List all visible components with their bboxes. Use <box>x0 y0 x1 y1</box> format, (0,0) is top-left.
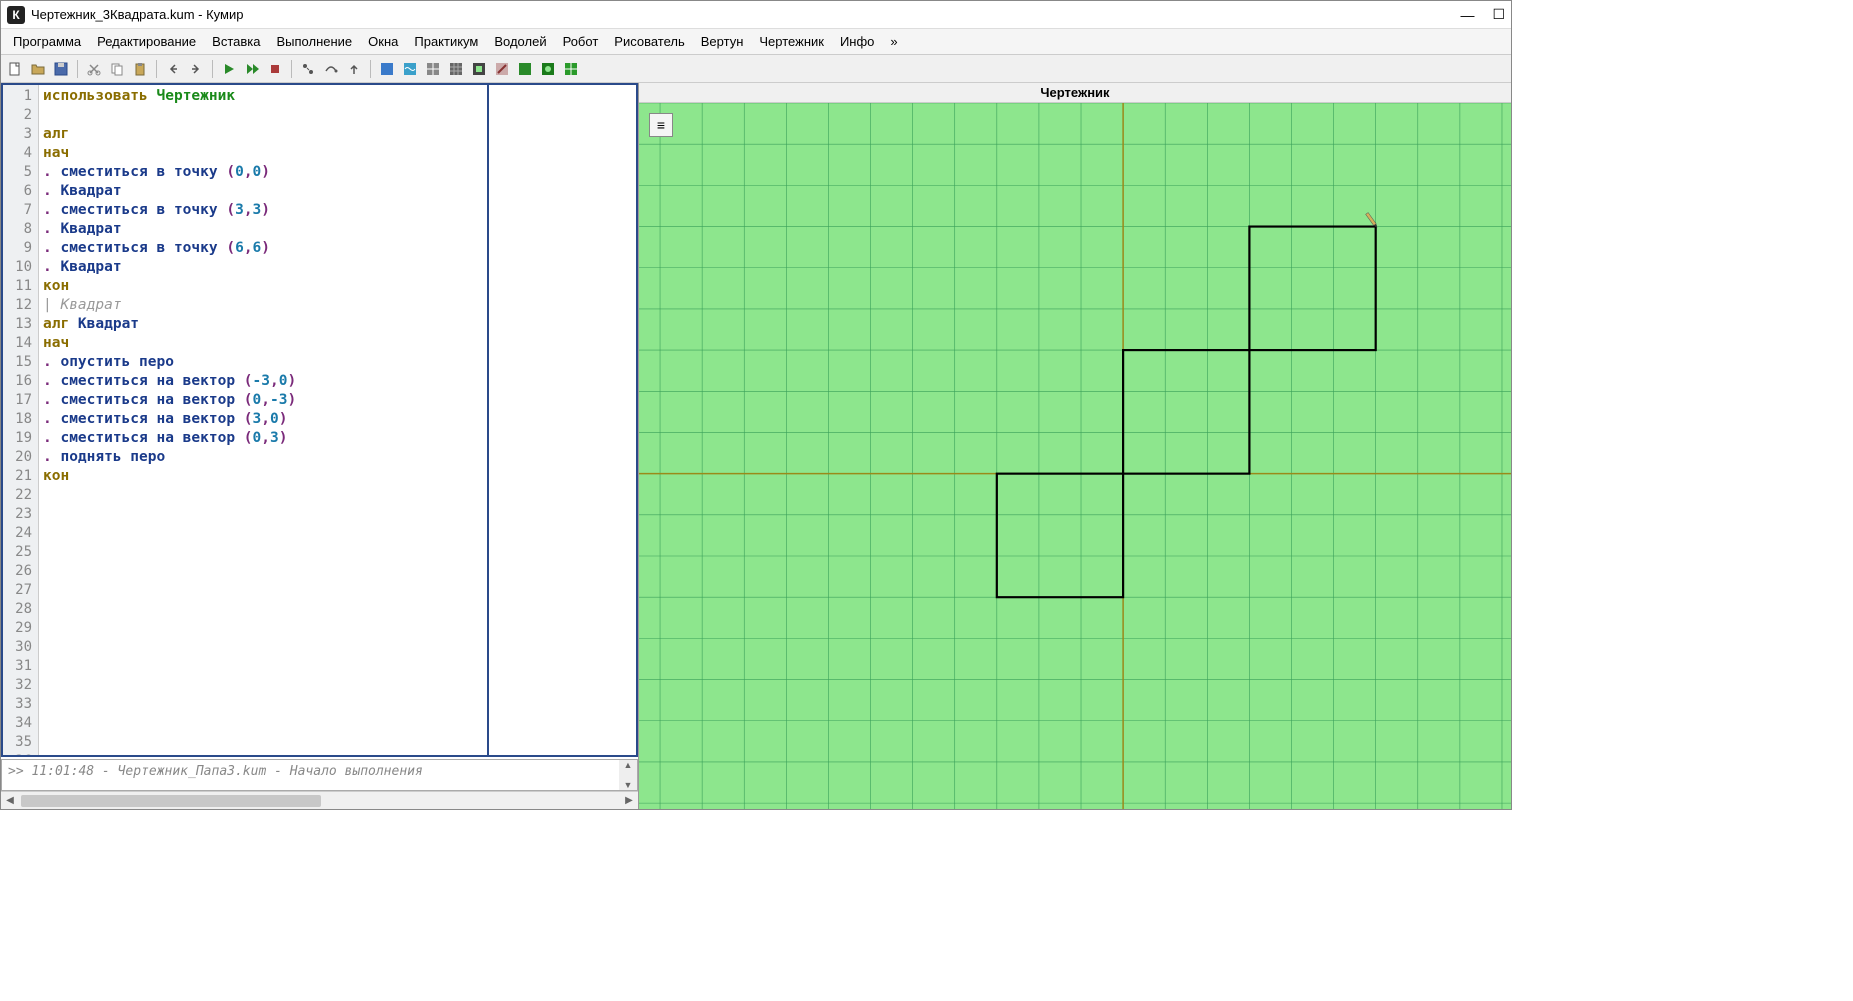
canvas-title: Чертежник <box>639 83 1511 103</box>
menu-item-4[interactable]: Окна <box>360 31 406 52</box>
maximize-button[interactable]: ☐ <box>1492 6 1505 23</box>
canvas-menu-button[interactable]: ≡ <box>649 113 673 137</box>
cut-button[interactable] <box>84 59 104 79</box>
step-out-button[interactable] <box>344 59 364 79</box>
toolbar-separator <box>370 60 371 78</box>
open-file-button[interactable] <box>28 59 48 79</box>
run-button[interactable] <box>219 59 239 79</box>
undo-button[interactable] <box>163 59 183 79</box>
menu-item-5[interactable]: Практикум <box>406 31 486 52</box>
menu-item-8[interactable]: Рисователь <box>606 31 692 52</box>
redo-button[interactable] <box>186 59 206 79</box>
save-file-button[interactable] <box>51 59 71 79</box>
main-area: 1234567891011121314151617181920212223242… <box>1 83 1511 809</box>
line-gutter: 1234567891011121314151617181920212223242… <box>3 85 39 755</box>
step-into-button[interactable] <box>298 59 318 79</box>
toolbar-separator <box>212 60 213 78</box>
hamburger-icon: ≡ <box>657 117 665 133</box>
menu-item-10[interactable]: Чертежник <box>751 31 832 52</box>
menubar: ПрограммаРедактированиеВставкаВыполнение… <box>1 29 1511 55</box>
new-file-button[interactable] <box>5 59 25 79</box>
toolbar-separator <box>156 60 157 78</box>
scroll-left-arrow[interactable]: ◀ <box>1 795 19 806</box>
menu-item-2[interactable]: Вставка <box>204 31 268 52</box>
scroll-thumb[interactable] <box>21 795 321 807</box>
actor-vodoley-button[interactable] <box>377 59 397 79</box>
step-over-button[interactable] <box>321 59 341 79</box>
menu-item-12[interactable]: » <box>882 31 905 52</box>
menu-item-0[interactable]: Программа <box>5 31 89 52</box>
menu-item-3[interactable]: Выполнение <box>268 31 360 52</box>
horizontal-scrollbar[interactable]: ◀ ▶ <box>1 791 638 809</box>
app-icon: К <box>7 6 25 24</box>
code-editor[interactable]: 1234567891011121314151617181920212223242… <box>1 83 638 757</box>
titlebar: К Чертежник_3Квадрата.kum - Кумир — ☐ <box>1 1 1511 29</box>
console-output: >> 11:01:48 - Чертежник_Папа3.kum - Нача… <box>2 760 619 790</box>
scroll-right-arrow[interactable]: ▶ <box>620 795 638 806</box>
console-scrollbar[interactable]: ▲▼ <box>619 760 637 790</box>
actor-grid1-button[interactable] <box>423 59 443 79</box>
canvas-grid <box>639 103 1511 809</box>
run-step-button[interactable] <box>242 59 262 79</box>
toolbar <box>1 55 1511 83</box>
menu-item-6[interactable]: Водолей <box>486 31 554 52</box>
actor-paint-button[interactable] <box>492 59 512 79</box>
actor-grid2-button[interactable] <box>446 59 466 79</box>
copy-button[interactable] <box>107 59 127 79</box>
console-panel: >> 11:01:48 - Чертежник_Папа3.kum - Нача… <box>1 759 638 791</box>
actor-drawer-button[interactable] <box>561 59 581 79</box>
canvas-pane: Чертежник ≡ <box>639 83 1511 809</box>
paste-button[interactable] <box>130 59 150 79</box>
app-window: К Чертежник_3Квадрата.kum - Кумир — ☐ Пр… <box>0 0 1512 810</box>
code-margin <box>489 85 636 755</box>
left-pane: 1234567891011121314151617181920212223242… <box>1 83 639 809</box>
code-text[interactable]: использовать Чертежник алгнач. сместитьс… <box>39 85 489 755</box>
window-title: Чертежник_3Квадрата.kum - Кумир <box>31 7 1460 22</box>
actor-green2-button[interactable] <box>538 59 558 79</box>
menu-item-9[interactable]: Вертун <box>693 31 752 52</box>
menu-item-1[interactable]: Редактирование <box>89 31 204 52</box>
actor-robot-button[interactable] <box>469 59 489 79</box>
toolbar-separator <box>77 60 78 78</box>
menu-item-7[interactable]: Робот <box>555 31 607 52</box>
actor-green1-button[interactable] <box>515 59 535 79</box>
stop-button[interactable] <box>265 59 285 79</box>
drawing-canvas[interactable]: ≡ <box>639 103 1511 809</box>
toolbar-separator <box>291 60 292 78</box>
actor-wave-button[interactable] <box>400 59 420 79</box>
minimize-button[interactable]: — <box>1460 7 1474 23</box>
menu-item-11[interactable]: Инфо <box>832 31 882 52</box>
